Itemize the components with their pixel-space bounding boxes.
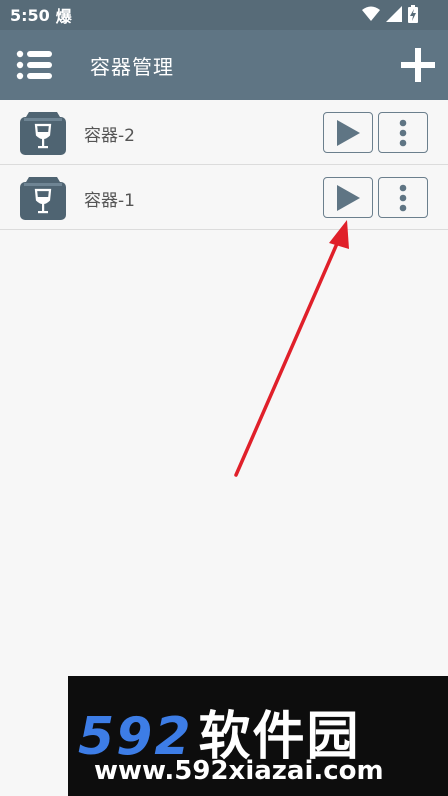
battery-charging-icon <box>408 5 418 23</box>
status-bar: 5:50 爆 <box>0 0 448 30</box>
status-time: 5:50 <box>10 5 50 25</box>
list-menu-icon[interactable] <box>16 49 54 81</box>
plus-icon[interactable] <box>400 47 436 83</box>
notification-icon: 爆 <box>55 7 72 26</box>
play-icon <box>337 119 360 146</box>
watermark: 592 软件园 www.592xiazai.com <box>68 676 448 796</box>
more-vertical-icon <box>399 119 407 146</box>
more-options-button[interactable] <box>378 112 428 153</box>
list-item[interactable]: 容器-2 <box>0 100 448 165</box>
container-list: 容器-2 容器-1 <box>0 100 448 230</box>
container-name: 容器-1 <box>84 191 135 211</box>
wine-glass-box-icon <box>20 112 66 155</box>
more-options-button[interactable] <box>378 177 428 218</box>
play-icon <box>337 184 360 211</box>
annotation-arrow-icon <box>234 220 349 477</box>
start-container-button[interactable] <box>323 177 373 218</box>
wifi-icon <box>362 6 380 21</box>
signal-icon <box>386 6 402 22</box>
app-bar: 容器管理 <box>0 30 448 100</box>
more-vertical-icon <box>399 184 407 211</box>
status-icons <box>362 5 418 23</box>
watermark-url: www.592xiazai.com <box>94 756 384 786</box>
wine-glass-box-icon <box>20 177 66 220</box>
page-title: 容器管理 <box>90 55 174 79</box>
list-item[interactable]: 容器-1 <box>0 165 448 230</box>
start-container-button[interactable] <box>323 112 373 153</box>
container-name: 容器-2 <box>84 126 135 146</box>
